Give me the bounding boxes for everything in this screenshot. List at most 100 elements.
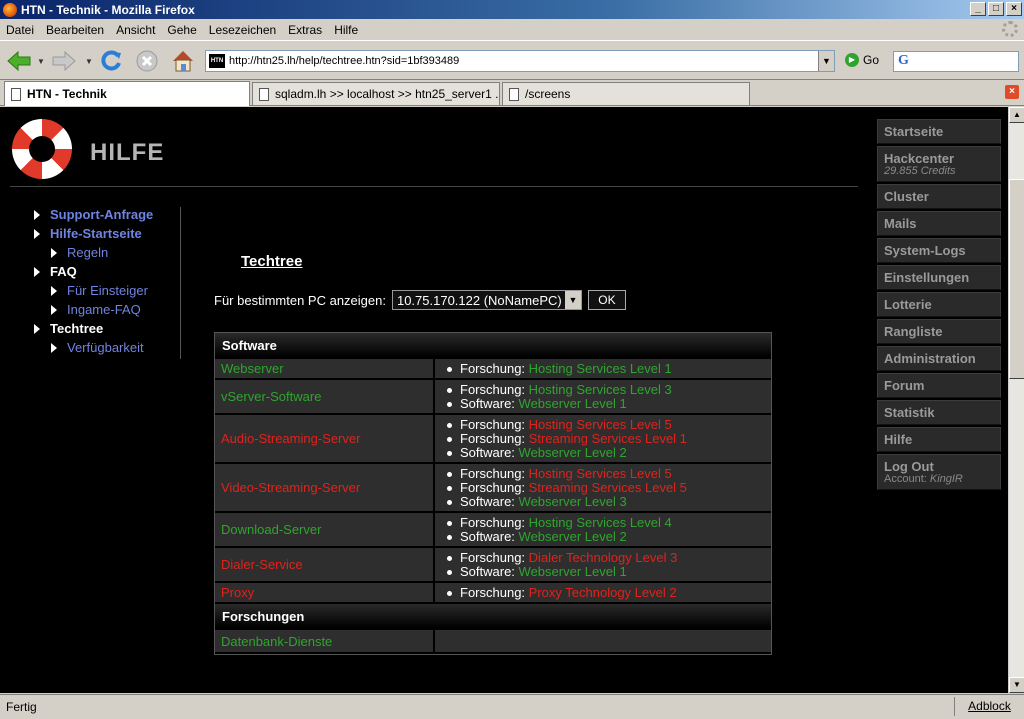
item-name[interactable]: Datenbank-Dienste — [215, 630, 435, 652]
ok-button[interactable]: OK — [587, 290, 626, 310]
requirement-value: Hosting Services Level 3 — [528, 382, 672, 397]
help-nav-item[interactable]: FAQ — [34, 264, 77, 279]
menu-ansicht[interactable]: Ansicht — [110, 23, 161, 37]
requirement-value: Hosting Services Level 1 — [528, 361, 672, 376]
menu-lesezeichen[interactable]: Lesezeichen — [203, 23, 282, 37]
maximize-button[interactable]: □ — [988, 2, 1004, 16]
item-name[interactable]: Dialer-Service — [215, 548, 435, 581]
main-nav-label: Cluster — [884, 189, 929, 204]
requirement-item: Forschung: Hosting Services Level 4 — [447, 516, 771, 530]
techtree-title[interactable]: Techtree — [241, 253, 302, 270]
tab-screens[interactable]: /screens — [502, 82, 750, 105]
triangle-right-icon — [34, 323, 40, 334]
requirement-kind: Forschung: — [460, 361, 526, 376]
main-nav-item[interactable]: Einstellungen — [877, 265, 1001, 290]
adblock-button[interactable]: Adblock — [954, 697, 1024, 716]
main-nav-item[interactable]: Hackcenter 29.855 Credits — [877, 146, 1001, 182]
address-bar[interactable]: HTN http://htn25.lh/help/techtree.htn?si… — [205, 50, 835, 72]
scroll-thumb[interactable] — [1009, 179, 1024, 379]
forward-button[interactable] — [50, 47, 78, 75]
main-nav-item[interactable]: Rangliste — [877, 319, 1001, 344]
help-nav-item[interactable]: Hilfe-Startseite — [34, 226, 142, 241]
go-button[interactable]: ▶ Go — [845, 53, 879, 67]
item-name[interactable]: vServer-Software — [215, 380, 435, 413]
back-button[interactable] — [5, 47, 33, 75]
tab-htn-technik[interactable]: HTN - Technik — [4, 81, 250, 106]
requirement-kind: Software: — [460, 564, 515, 579]
search-input[interactable]: G — [893, 51, 1019, 72]
tab-label: HTN - Technik — [27, 87, 107, 101]
requirement-value: Hosting Services Level 4 — [528, 515, 672, 530]
menu-hilfe[interactable]: Hilfe — [328, 23, 364, 37]
menu-bearbeiten[interactable]: Bearbeiten — [40, 23, 110, 37]
requirement-kind: Software: — [460, 529, 515, 544]
item-name[interactable]: Download-Server — [215, 513, 435, 546]
section-header: Software — [215, 333, 771, 359]
credits-value: 29.855 Credits — [884, 165, 956, 177]
help-nav-item[interactable]: Support-Anfrage — [34, 207, 153, 222]
main-nav-item[interactable]: Statistik — [877, 400, 1001, 425]
item-name[interactable]: Webserver — [215, 359, 435, 378]
help-nav-item[interactable]: Verfügbarkeit — [51, 340, 144, 355]
url-text[interactable]: http://htn25.lh/help/techtree.htn?sid=1b… — [229, 55, 459, 67]
requirements-cell: Forschung: Hosting Services Level 1 — [435, 359, 771, 378]
menu-extras[interactable]: Extras — [282, 23, 328, 37]
pc-select-value: 10.75.170.122 (NoNamePC) — [396, 292, 562, 308]
tab-label: /screens — [525, 87, 571, 101]
main-nav-item[interactable]: Mails — [877, 211, 1001, 236]
main-nav-item[interactable]: Lotterie — [877, 292, 1001, 317]
main-nav-item[interactable]: Forum — [877, 373, 1001, 398]
main-nav-label: Startseite — [884, 124, 944, 139]
requirement-value: Hosting Services Level 5 — [528, 417, 672, 432]
stop-button[interactable] — [133, 47, 161, 75]
main-nav-item[interactable]: Hilfe — [877, 427, 1001, 452]
item-name[interactable]: Audio-Streaming-Server — [215, 415, 435, 462]
menu-datei[interactable]: Datei — [0, 23, 40, 37]
help-nav-item[interactable]: Für Einsteiger — [51, 283, 148, 298]
scroll-up-icon[interactable]: ▲ — [1009, 107, 1024, 123]
main-nav-label: System-Logs — [884, 243, 966, 258]
tab-label: sqladm.lh >> localhost >> htn25_server1 … — [275, 87, 500, 101]
tab-sqladm[interactable]: sqladm.lh >> localhost >> htn25_server1 … — [252, 82, 500, 105]
main-nav-item[interactable]: Log Out Account: KingIR — [877, 454, 1001, 490]
requirement-kind: Software: — [460, 445, 515, 460]
requirements-cell: Forschung: Hosting Services Level 5 Forsc… — [435, 415, 771, 462]
scroll-down-icon[interactable]: ▼ — [1009, 677, 1024, 693]
pc-select[interactable]: 10.75.170.122 (NoNamePC) ▼ — [391, 290, 582, 310]
requirement-item: Forschung: Hosting Services Level 1 — [447, 362, 771, 376]
page-content: HILFE Support-Anfrage Hilfe-Startseite Reg… — [0, 107, 1008, 693]
requirements-cell: Forschung: Hosting Services Level 4 Softw… — [435, 513, 771, 546]
main-nav-item[interactable]: Startseite — [877, 119, 1001, 144]
back-dropdown-icon[interactable]: ▼ — [37, 57, 45, 66]
requirement-item: Software: Webserver Level 3 — [447, 495, 771, 509]
requirement-value: Webserver Level 1 — [518, 564, 627, 579]
vertical-scrollbar[interactable]: ▲ ▼ — [1008, 107, 1024, 693]
window-title: HTN - Technik - Mozilla Firefox — [21, 2, 195, 17]
requirement-item: Forschung: Dialer Technology Level 3 — [447, 551, 771, 565]
header-divider — [10, 186, 858, 187]
main-nav-item[interactable]: Cluster — [877, 184, 1001, 209]
close-tab-icon[interactable]: × — [1005, 85, 1019, 99]
menubar: Datei Bearbeiten Ansicht Gehe Lesezeiche… — [0, 19, 1024, 40]
reload-button[interactable] — [97, 47, 125, 75]
main-nav-item[interactable]: System-Logs — [877, 238, 1001, 263]
help-nav-item[interactable]: Ingame-FAQ — [51, 302, 141, 317]
techtree-table: Software Webserver Forschung: Hosting Serv… — [214, 332, 772, 655]
help-nav-item[interactable]: Regeln — [51, 245, 108, 260]
main-nav-label: Hackcenter — [884, 151, 955, 166]
close-window-button[interactable]: × — [1006, 2, 1022, 16]
requirement-value: Proxy Technology Level 2 — [528, 585, 677, 600]
menu-gehe[interactable]: Gehe — [161, 23, 202, 37]
item-name[interactable]: Video-Streaming-Server — [215, 464, 435, 511]
stop-icon — [136, 50, 158, 72]
forward-dropdown-icon[interactable]: ▼ — [85, 57, 93, 66]
help-nav-item[interactable]: Techtree — [34, 321, 103, 336]
section-header: Forschungen — [215, 604, 771, 630]
home-button[interactable] — [169, 47, 197, 75]
chevron-down-icon[interactable]: ▼ — [564, 291, 581, 309]
item-name[interactable]: Proxy — [215, 583, 435, 602]
main-nav-item[interactable]: Administration — [877, 346, 1001, 371]
minimize-button[interactable]: _ — [970, 2, 986, 16]
url-dropdown-icon[interactable]: ▼ — [818, 51, 834, 71]
help-nav-label: Regeln — [67, 245, 109, 260]
